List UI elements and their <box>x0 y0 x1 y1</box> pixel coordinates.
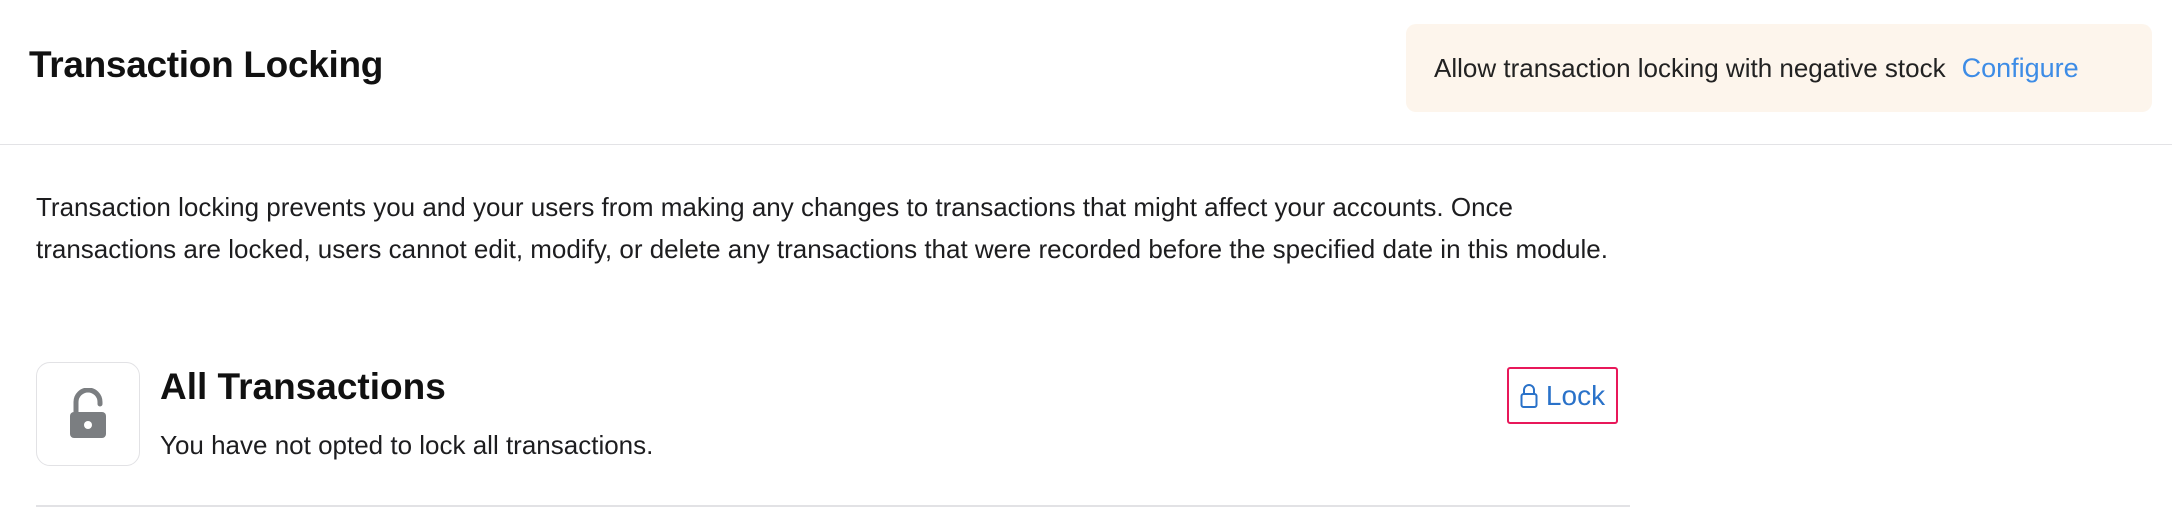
page-header: Transaction Locking Allow transaction lo… <box>0 0 2172 145</box>
notice-text: Allow transaction locking with negative … <box>1434 52 1946 83</box>
lock-status-tile <box>36 362 140 466</box>
configure-link[interactable]: Configure <box>1962 53 2079 84</box>
description-text: Transaction locking prevents you and you… <box>36 192 1608 264</box>
lock-button[interactable]: Lock <box>1507 367 1618 424</box>
lock-button-label: Lock <box>1545 379 1606 411</box>
section-subtitle: You have not opted to lock all transacti… <box>160 430 654 460</box>
page-title: Transaction Locking <box>29 44 384 85</box>
section-divider <box>36 505 1630 507</box>
section-title: All Transactions <box>160 366 446 407</box>
negative-stock-notice: Allow transaction locking with negative … <box>1406 24 2152 112</box>
lock-outline-icon <box>1520 383 1538 408</box>
unlocked-padlock-icon <box>70 388 106 438</box>
transaction-locking-page: Transaction Locking Allow transaction lo… <box>0 0 2172 532</box>
